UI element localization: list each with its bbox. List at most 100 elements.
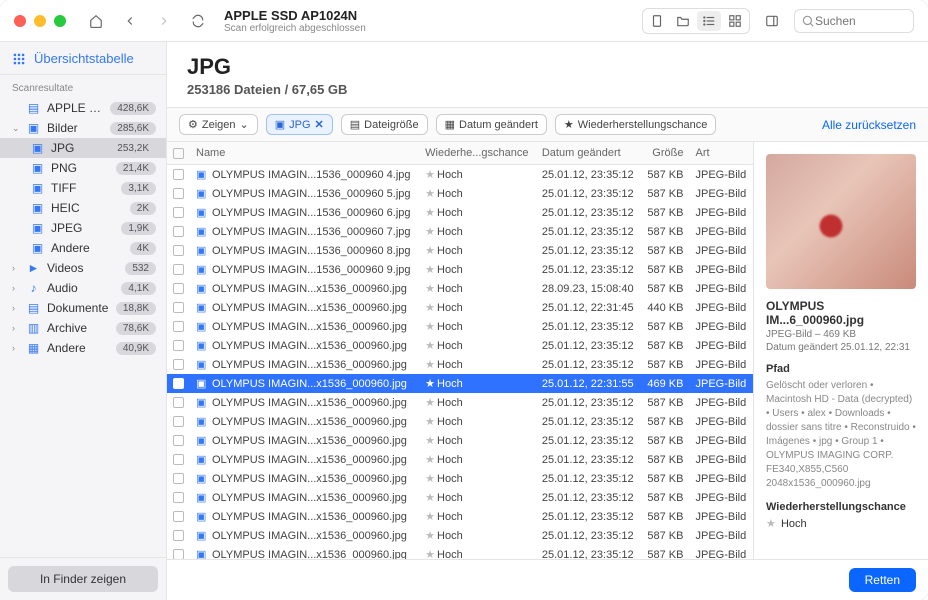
table-row[interactable]: ▣OLYMPUS IMAGIN...1536_000960 4.jpg★Hoch… bbox=[167, 165, 753, 185]
table-row[interactable]: ▣OLYMPUS IMAGIN...x1536_000960.jpg★Hoch2… bbox=[167, 526, 753, 545]
sidebar-item-png[interactable]: ▣PNG21,4K bbox=[0, 158, 166, 178]
select-all-header[interactable] bbox=[167, 142, 190, 165]
col-type[interactable]: Art bbox=[689, 142, 753, 165]
filter-show-button[interactable]: ⚙ Zeigen ⌄ bbox=[179, 114, 258, 135]
search-field[interactable] bbox=[794, 9, 914, 33]
star-icon: ★ bbox=[425, 359, 435, 371]
col-name[interactable]: Name bbox=[190, 142, 419, 165]
table-row[interactable]: ▣OLYMPUS IMAGIN...x1536_000960.jpg★Hoch2… bbox=[167, 393, 753, 412]
file-type: JPEG-Bild bbox=[689, 355, 753, 374]
filter-date-chip[interactable]: ▦ Datum geändert bbox=[436, 114, 547, 135]
row-checkbox[interactable] bbox=[173, 454, 184, 465]
sidebar-item-heic[interactable]: ▣HEIC2K bbox=[0, 198, 166, 218]
table-row[interactable]: ▣OLYMPUS IMAGIN...1536_000960 6.jpg★Hoch… bbox=[167, 203, 753, 222]
sidebar-item-dokumente[interactable]: ›▤Dokumente18,8K bbox=[0, 298, 166, 318]
row-checkbox[interactable] bbox=[173, 302, 184, 313]
chevron-icon[interactable]: › bbox=[12, 303, 20, 313]
sidebar-item-bilder[interactable]: ⌄▣Bilder285,6K bbox=[0, 118, 166, 138]
table-row[interactable]: ▣OLYMPUS IMAGIN...x1536_000960.jpg★Hoch2… bbox=[167, 488, 753, 507]
row-checkbox[interactable] bbox=[173, 530, 184, 541]
table-row[interactable]: ▣OLYMPUS IMAGIN...1536_000960 5.jpg★Hoch… bbox=[167, 184, 753, 203]
table-row[interactable]: ▣OLYMPUS IMAGIN...x1536_000960.jpg★Hoch2… bbox=[167, 469, 753, 488]
row-checkbox[interactable] bbox=[173, 321, 184, 332]
sidebar-item-jpg[interactable]: ▣JPG253,2K bbox=[0, 138, 166, 158]
search-input[interactable] bbox=[815, 14, 895, 28]
table-row[interactable]: ▣OLYMPUS IMAGIN...x1536_000960.jpg★Hoch2… bbox=[167, 279, 753, 298]
filter-chance-chip[interactable]: ★ Wiederherstellungschance bbox=[555, 114, 717, 135]
table-row[interactable]: ▣OLYMPUS IMAGIN...1536_000960 8.jpg★Hoch… bbox=[167, 241, 753, 260]
sidebar-item-archive[interactable]: ›▥Archive78,6K bbox=[0, 318, 166, 338]
category-icon: ♪ bbox=[26, 281, 41, 295]
row-checkbox[interactable] bbox=[173, 207, 184, 218]
category-icon: ▦ bbox=[26, 341, 41, 355]
row-checkbox[interactable] bbox=[173, 473, 184, 484]
row-checkbox[interactable] bbox=[173, 492, 184, 503]
row-checkbox[interactable] bbox=[173, 416, 184, 427]
view-folder-icon[interactable] bbox=[671, 11, 695, 31]
sidebar-item-videos[interactable]: ›►Videos532 bbox=[0, 258, 166, 278]
col-date[interactable]: Datum geändert bbox=[536, 142, 641, 165]
file-table[interactable]: Name Wiederhe...gschance Datum geändert … bbox=[167, 142, 753, 559]
row-checkbox[interactable] bbox=[173, 264, 184, 275]
sidebar-item-andere[interactable]: ›▦Andere40,9K bbox=[0, 338, 166, 358]
table-row[interactable]: ▣OLYMPUS IMAGIN...x1536_000960.jpg★Hoch2… bbox=[167, 412, 753, 431]
forward-button[interactable] bbox=[152, 9, 176, 33]
file-date: 25.01.12, 23:35:12 bbox=[536, 526, 641, 545]
chevron-icon[interactable]: › bbox=[12, 283, 20, 293]
filter-size-chip[interactable]: ▤ Dateigröße bbox=[341, 114, 428, 135]
recover-button[interactable]: Retten bbox=[849, 568, 916, 592]
sidebar-disk-item[interactable]: ▤ APPLE SSD AP... 428,6K bbox=[0, 98, 166, 118]
minimize-window-icon[interactable] bbox=[34, 15, 46, 27]
remove-filter-icon[interactable]: ✕ bbox=[315, 118, 324, 131]
row-checkbox[interactable] bbox=[173, 359, 184, 370]
table-row[interactable]: ▣OLYMPUS IMAGIN...x1536_000960.jpg★Hoch2… bbox=[167, 298, 753, 317]
view-list-icon[interactable] bbox=[697, 11, 721, 31]
row-checkbox[interactable] bbox=[173, 511, 184, 522]
row-checkbox[interactable] bbox=[173, 169, 184, 180]
chevron-icon[interactable]: › bbox=[12, 263, 20, 273]
table-row[interactable]: ▣OLYMPUS IMAGIN...x1536_000960.jpg★Hoch2… bbox=[167, 450, 753, 469]
close-window-icon[interactable] bbox=[14, 15, 26, 27]
sidebar-item-tiff[interactable]: ▣TIFF3,1K bbox=[0, 178, 166, 198]
chevron-icon[interactable]: › bbox=[12, 343, 20, 353]
view-grid-icon[interactable] bbox=[723, 11, 747, 31]
table-row[interactable]: ▣OLYMPUS IMAGIN...x1536_000960.jpg★Hoch2… bbox=[167, 374, 753, 393]
maximize-window-icon[interactable] bbox=[54, 15, 66, 27]
overview-table-link[interactable]: Übersichtstabelle bbox=[0, 42, 166, 75]
refresh-icon[interactable] bbox=[186, 9, 210, 33]
toggle-preview-pane-icon[interactable] bbox=[760, 9, 784, 33]
sidebar-item-andere[interactable]: ▣Andere4K bbox=[0, 238, 166, 258]
sidebar-item-jpeg[interactable]: ▣JPEG1,9K bbox=[0, 218, 166, 238]
row-checkbox[interactable] bbox=[173, 226, 184, 237]
scan-status: Scan erfolgreich abgeschlossen bbox=[224, 23, 366, 34]
row-checkbox[interactable] bbox=[173, 378, 184, 389]
table-row[interactable]: ▣OLYMPUS IMAGIN...x1536_000960.jpg★Hoch2… bbox=[167, 545, 753, 559]
row-checkbox[interactable] bbox=[173, 549, 184, 559]
table-row[interactable]: ▣OLYMPUS IMAGIN...x1536_000960.jpg★Hoch2… bbox=[167, 355, 753, 374]
show-in-finder-button[interactable]: In Finder zeigen bbox=[8, 566, 158, 592]
table-row[interactable]: ▣OLYMPUS IMAGIN...x1536_000960.jpg★Hoch2… bbox=[167, 431, 753, 450]
col-chance[interactable]: Wiederhe...gschance bbox=[419, 142, 536, 165]
reset-filters-link[interactable]: Alle zurücksetzen bbox=[822, 118, 916, 132]
table-row[interactable]: ▣OLYMPUS IMAGIN...1536_000960 7.jpg★Hoch… bbox=[167, 222, 753, 241]
filter-jpg-chip[interactable]: ▣ JPG ✕ bbox=[266, 114, 333, 135]
chevron-icon[interactable]: ⌄ bbox=[12, 123, 20, 134]
row-checkbox[interactable] bbox=[173, 283, 184, 294]
view-document-icon[interactable] bbox=[645, 11, 669, 31]
home-button[interactable] bbox=[84, 9, 108, 33]
chevron-icon[interactable]: › bbox=[12, 323, 20, 333]
table-row[interactable]: ▣OLYMPUS IMAGIN...x1536_000960.jpg★Hoch2… bbox=[167, 317, 753, 336]
row-checkbox[interactable] bbox=[173, 435, 184, 446]
row-checkbox[interactable] bbox=[173, 188, 184, 199]
table-row[interactable]: ▣OLYMPUS IMAGIN...x1536_000960.jpg★Hoch2… bbox=[167, 507, 753, 526]
table-row[interactable]: ▣OLYMPUS IMAGIN...1536_000960 9.jpg★Hoch… bbox=[167, 260, 753, 279]
row-checkbox[interactable] bbox=[173, 397, 184, 408]
file-icon: ▣ bbox=[196, 529, 208, 542]
col-size[interactable]: Größe bbox=[641, 142, 690, 165]
table-row[interactable]: ▣OLYMPUS IMAGIN...x1536_000960.jpg★Hoch2… bbox=[167, 336, 753, 355]
back-button[interactable] bbox=[118, 9, 142, 33]
star-icon: ★ bbox=[425, 511, 435, 523]
row-checkbox[interactable] bbox=[173, 245, 184, 256]
sidebar-item-audio[interactable]: ›♪Audio4,1K bbox=[0, 278, 166, 298]
row-checkbox[interactable] bbox=[173, 340, 184, 351]
